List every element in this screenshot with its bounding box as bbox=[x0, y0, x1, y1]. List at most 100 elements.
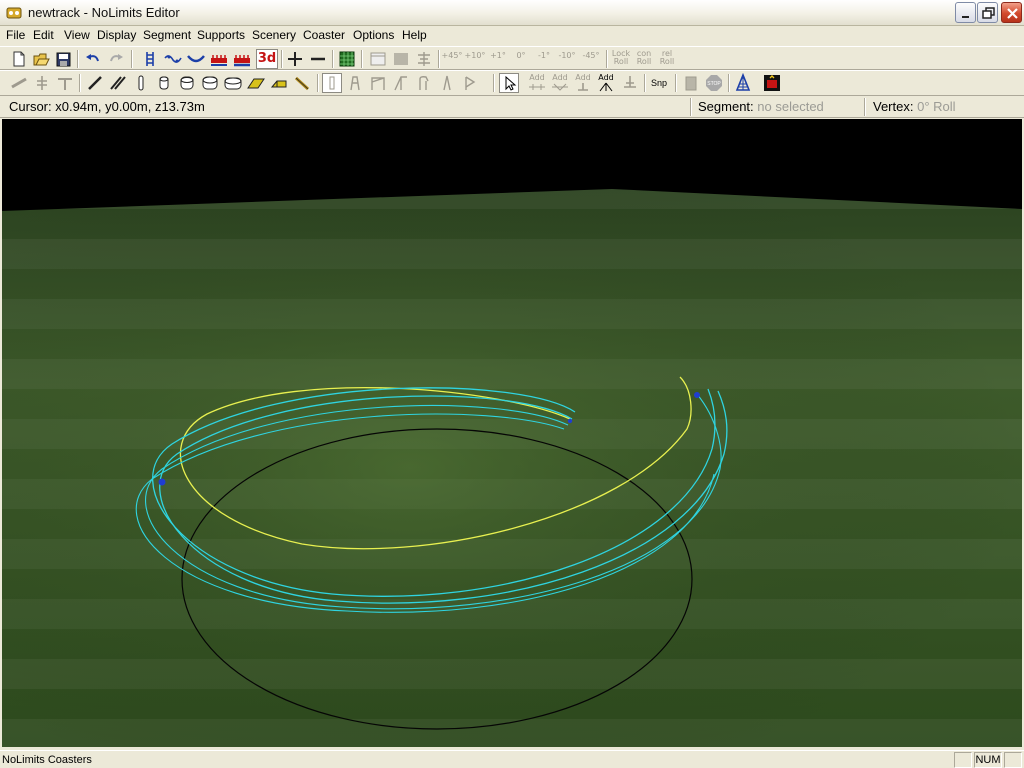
add-support-connector-icon bbox=[529, 84, 545, 90]
track-ladder-icon[interactable] bbox=[140, 49, 160, 69]
lock-roll-button[interactable]: Lock Roll bbox=[610, 50, 632, 66]
stop-sign-text: STOP bbox=[707, 81, 721, 87]
beam-double-icon[interactable] bbox=[108, 73, 128, 93]
vertex-handle-end[interactable] bbox=[567, 418, 573, 424]
split-post-icon[interactable] bbox=[437, 73, 457, 93]
toolbar-separator bbox=[438, 50, 440, 68]
segment-status: Segment: no selected bbox=[698, 99, 824, 114]
ground-light bbox=[2, 189, 1022, 747]
toolbar-separator bbox=[675, 74, 677, 92]
toolbar-separator bbox=[361, 50, 363, 68]
arch-frame-icon[interactable] bbox=[368, 73, 388, 93]
roll-plus45-button[interactable]: +45° bbox=[441, 52, 463, 60]
new-file-icon[interactable] bbox=[9, 49, 29, 69]
tube-small-icon[interactable] bbox=[154, 73, 174, 93]
save-disk-icon[interactable] bbox=[53, 49, 73, 69]
roll-minus1-button[interactable]: -1° bbox=[533, 52, 555, 60]
fireworks-box-icon[interactable] bbox=[762, 73, 782, 93]
align-stack-icon[interactable] bbox=[414, 49, 434, 69]
menu-segment[interactable]: Segment bbox=[143, 28, 191, 42]
lock-roll-line2: Roll bbox=[613, 57, 629, 66]
vertex-value: 0° Roll bbox=[917, 99, 956, 114]
beam-diagonal-icon[interactable] bbox=[85, 73, 105, 93]
toolbar-separator bbox=[606, 50, 608, 68]
add-support-button-4[interactable]: Add bbox=[595, 74, 617, 94]
add-label-3: Add bbox=[575, 73, 591, 82]
pylon-tower-icon[interactable] bbox=[733, 73, 753, 93]
terrain-block-icon[interactable] bbox=[681, 73, 701, 93]
menu-help[interactable]: Help bbox=[402, 28, 427, 42]
plank-yellow-icon[interactable] bbox=[246, 73, 266, 93]
train-blue-icon[interactable] bbox=[232, 49, 252, 69]
add-support-button-3[interactable]: Add bbox=[572, 74, 594, 94]
remove-vertex-minus-icon[interactable] bbox=[308, 49, 328, 69]
pillar-icon[interactable] bbox=[322, 73, 342, 93]
close-button[interactable] bbox=[1001, 2, 1022, 23]
scene-canvas[interactable] bbox=[2, 119, 1022, 747]
toolbar-separator bbox=[77, 50, 79, 68]
add-support-button-2[interactable]: Add bbox=[549, 74, 571, 94]
toolbar-separator bbox=[332, 50, 334, 68]
snap-button[interactable]: Snp bbox=[648, 75, 670, 91]
block-yellow-icon[interactable] bbox=[269, 73, 289, 93]
grid-matrix-icon[interactable] bbox=[337, 49, 357, 69]
menu-scenery[interactable]: Scenery bbox=[252, 28, 296, 42]
title-bar[interactable]: newtrack - NoLimits Editor bbox=[0, 0, 1024, 26]
menu-supports[interactable]: Supports bbox=[197, 28, 245, 42]
gray-block-icon[interactable] bbox=[391, 49, 411, 69]
menu-options[interactable]: Options bbox=[353, 28, 394, 42]
restore-button[interactable] bbox=[977, 2, 998, 23]
segment-label: Segment: bbox=[698, 99, 754, 114]
3d-viewport[interactable] bbox=[2, 119, 1022, 747]
status-pane-scroll bbox=[1004, 752, 1022, 768]
add-support-crossbar-icon bbox=[552, 83, 568, 91]
vertex-handle-right[interactable] bbox=[694, 392, 700, 398]
redo-icon[interactable] bbox=[106, 49, 126, 69]
vertex-status: Vertex: 0° Roll bbox=[873, 99, 956, 114]
open-folder-icon[interactable] bbox=[31, 49, 51, 69]
window-panel-icon[interactable] bbox=[368, 49, 388, 69]
bracket-post-icon[interactable] bbox=[460, 73, 480, 93]
menu-bar: File Edit View Display Segment Supports … bbox=[0, 26, 1024, 45]
add-vertex-plus-icon[interactable] bbox=[285, 49, 305, 69]
roll-minus10-button[interactable]: -10° bbox=[556, 52, 578, 60]
anchor-footer-icon[interactable] bbox=[620, 73, 640, 93]
undo-icon[interactable] bbox=[83, 49, 103, 69]
track-curve-icon[interactable] bbox=[186, 49, 206, 69]
main-toolbar: 3d +45° +10° +1° 0° -1° -10° -45° Lock R… bbox=[0, 46, 1024, 70]
window-title: newtrack - NoLimits Editor bbox=[28, 5, 180, 20]
menu-edit[interactable]: Edit bbox=[33, 28, 54, 42]
tube-xlarge-icon[interactable] bbox=[223, 73, 243, 93]
roll-zero-button[interactable]: 0° bbox=[510, 52, 532, 60]
minimize-button[interactable] bbox=[955, 2, 976, 23]
nolimits-app-icon bbox=[6, 5, 22, 21]
slanted-frame-icon[interactable] bbox=[391, 73, 411, 93]
info-separator bbox=[690, 98, 692, 116]
view-3d-button[interactable]: 3d bbox=[256, 49, 278, 69]
hook-frame-icon[interactable] bbox=[414, 73, 434, 93]
vertex-handle-left[interactable] bbox=[158, 478, 166, 486]
roll-plus1-button[interactable]: +1° bbox=[487, 52, 509, 60]
con-roll-button[interactable]: con Roll bbox=[633, 50, 655, 66]
train-red-icon[interactable] bbox=[209, 49, 229, 69]
menu-file[interactable]: File bbox=[6, 28, 25, 42]
tube-large-icon[interactable] bbox=[200, 73, 220, 93]
tube-thin-icon[interactable] bbox=[131, 73, 151, 93]
toolbar-separator bbox=[281, 50, 283, 68]
rod-diagonal-icon[interactable] bbox=[292, 73, 312, 93]
stop-sign-icon[interactable]: STOP bbox=[704, 73, 724, 93]
roll-plus10-button[interactable]: +10° bbox=[464, 52, 486, 60]
roll-minus45-button[interactable]: -45° bbox=[580, 52, 602, 60]
menu-coaster[interactable]: Coaster bbox=[303, 28, 345, 42]
menu-view[interactable]: View bbox=[64, 28, 90, 42]
menu-display[interactable]: Display bbox=[97, 28, 136, 42]
tower-icon[interactable] bbox=[345, 73, 365, 93]
support-post-icon[interactable] bbox=[32, 73, 52, 93]
support-tee-icon[interactable] bbox=[55, 73, 75, 93]
track-twist-icon[interactable] bbox=[163, 49, 183, 69]
rel-roll-button[interactable]: rel Roll bbox=[656, 50, 678, 66]
add-support-button-1[interactable]: Add bbox=[526, 74, 548, 94]
select-cursor-icon[interactable] bbox=[499, 73, 519, 93]
support-footer-icon[interactable] bbox=[9, 73, 29, 93]
tube-medium-icon[interactable] bbox=[177, 73, 197, 93]
